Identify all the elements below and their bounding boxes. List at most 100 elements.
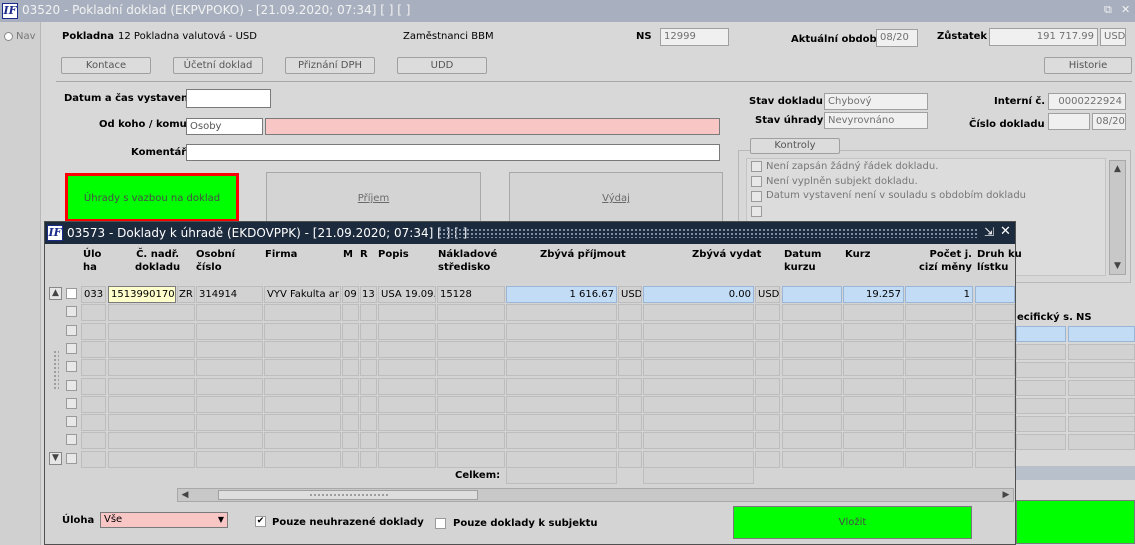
table-cell[interactable] [342, 322, 359, 340]
minimize-icon[interactable]: ⇲ [984, 225, 994, 239]
table-cell[interactable] [506, 377, 617, 395]
cell-druh[interactable] [975, 286, 1015, 303]
table-cell[interactable] [975, 395, 1015, 413]
table-cell[interactable] [360, 322, 377, 340]
table-cell[interactable] [196, 450, 263, 468]
cell-c-nadr[interactable]: 1513990170 [108, 286, 176, 303]
table-cell[interactable] [360, 432, 377, 450]
row-select-checkbox[interactable] [66, 434, 77, 446]
table-cell[interactable] [618, 322, 642, 340]
table-cell[interactable] [755, 395, 780, 413]
chevron-down-icon[interactable]: ▼ [218, 513, 224, 527]
od-koho-type-select[interactable]: Osoby [186, 118, 263, 135]
table-cell[interactable] [81, 359, 106, 377]
table-cell[interactable] [506, 340, 617, 358]
zustatek-field[interactable]: 191 717.99 [989, 28, 1098, 46]
table-cell[interactable] [81, 340, 106, 358]
table-cell[interactable] [264, 432, 341, 450]
table-cell[interactable] [196, 322, 263, 340]
table-cell[interactable] [81, 322, 106, 340]
table-cell[interactable] [342, 359, 359, 377]
od-koho-subject-input[interactable] [265, 118, 720, 135]
table-cell[interactable] [378, 450, 436, 468]
komentar-input[interactable] [186, 144, 720, 161]
table-cell[interactable] [437, 414, 505, 432]
table-cell[interactable] [378, 304, 436, 322]
table-cell[interactable] [755, 377, 780, 395]
table-cell[interactable] [643, 377, 754, 395]
table-cell[interactable] [618, 359, 642, 377]
table-cell[interactable] [264, 340, 341, 358]
table-cell[interactable] [506, 414, 617, 432]
table-cell[interactable] [618, 304, 642, 322]
table-cell[interactable] [81, 395, 106, 413]
row-select-checkbox[interactable] [66, 416, 77, 428]
table-cell[interactable] [378, 340, 436, 358]
table-cell[interactable] [843, 377, 904, 395]
table-cell[interactable] [378, 322, 436, 340]
table-cell[interactable] [360, 395, 377, 413]
table-cell[interactable] [342, 395, 359, 413]
table-cell[interactable] [843, 304, 904, 322]
cell-pocet-j[interactable]: 1 [905, 286, 973, 303]
table-cell[interactable] [378, 432, 436, 450]
table-cell[interactable] [506, 322, 617, 340]
nav-radio-icon[interactable] [4, 32, 13, 41]
row-scroll-up-icon[interactable]: ▲ [49, 287, 62, 300]
historie-button[interactable]: Historie [1044, 57, 1132, 74]
table-cell[interactable] [108, 450, 195, 468]
table-cell[interactable] [975, 340, 1015, 358]
table-cell[interactable] [782, 304, 842, 322]
modal-close-icon[interactable]: ✕ [1000, 224, 1011, 239]
table-cell[interactable] [81, 432, 106, 450]
priznani-dph-button[interactable]: Přiznání DPH [285, 57, 375, 74]
table-cell[interactable] [264, 450, 341, 468]
subjekt-checkbox[interactable] [435, 518, 446, 529]
table-cell[interactable] [975, 377, 1015, 395]
table-cell[interactable] [905, 414, 973, 432]
table-cell[interactable] [618, 450, 642, 468]
horizontal-scrollbar[interactable]: ◀ ▶ [177, 488, 1014, 502]
table-cell[interactable] [196, 395, 263, 413]
table-cell[interactable] [108, 340, 195, 358]
table-cell[interactable] [342, 377, 359, 395]
table-cell[interactable] [196, 304, 263, 322]
table-cell[interactable] [342, 450, 359, 468]
table-cell[interactable] [643, 414, 754, 432]
row-select-checkbox[interactable] [66, 324, 77, 336]
table-cell[interactable] [905, 322, 973, 340]
datum-input[interactable] [186, 89, 271, 108]
table-cell[interactable] [506, 432, 617, 450]
cell-firma[interactable]: VYV Fakulta ar [264, 286, 341, 303]
table-cell[interactable] [342, 304, 359, 322]
row-scroll-down-icon[interactable]: ▼ [49, 452, 62, 465]
table-cell[interactable] [618, 395, 642, 413]
table-cell[interactable] [506, 450, 617, 468]
table-cell[interactable] [782, 340, 842, 358]
table-cell[interactable] [782, 322, 842, 340]
kontroly-scrollbar[interactable]: ▲ ▼ [1109, 160, 1126, 275]
table-cell[interactable] [506, 359, 617, 377]
neuhrazene-label[interactable]: Pouze neuhrazené doklady [272, 517, 424, 528]
row-select-checkbox[interactable] [66, 288, 77, 299]
table-cell[interactable] [755, 432, 780, 450]
table-cell[interactable] [618, 377, 642, 395]
table-cell[interactable] [755, 414, 780, 432]
vlozit-button[interactable]: Vložit [733, 506, 972, 539]
cell-zbyva-vydat[interactable]: 0.00 [643, 286, 754, 303]
table-cell[interactable] [618, 414, 642, 432]
cell-zbyva-prijmout[interactable]: 1 616.67 [506, 286, 617, 303]
table-cell[interactable] [342, 432, 359, 450]
table-cell[interactable] [378, 395, 436, 413]
prijem-button[interactable]: Příjem [267, 193, 480, 204]
scroll-thumb[interactable] [218, 490, 478, 500]
table-cell[interactable] [843, 450, 904, 468]
table-cell[interactable] [360, 377, 377, 395]
cell-uloha[interactable]: 033 [81, 286, 106, 303]
scroll-down-icon[interactable]: ▼ [1110, 260, 1125, 272]
table-cell[interactable] [108, 395, 195, 413]
table-cell[interactable] [342, 340, 359, 358]
table-cell[interactable] [755, 304, 780, 322]
table-cell[interactable] [643, 450, 754, 468]
table-cell[interactable] [437, 322, 505, 340]
